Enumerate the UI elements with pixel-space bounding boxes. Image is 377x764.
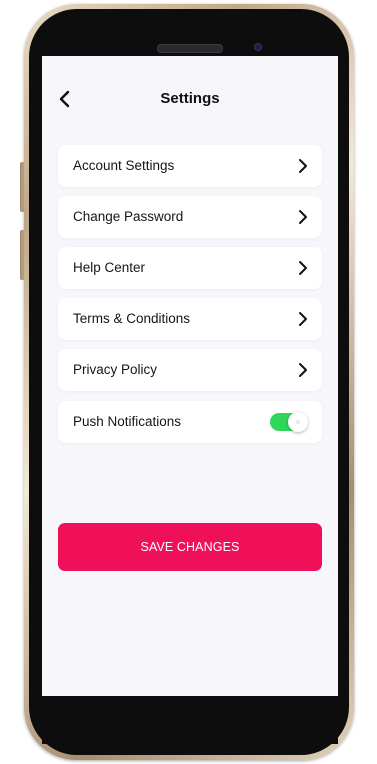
- settings-item-label: Help Center: [73, 260, 146, 275]
- chevron-right-icon: [299, 363, 307, 377]
- settings-item-account-settings[interactable]: Account Settings: [58, 145, 322, 187]
- chevron-right-icon: [299, 261, 307, 275]
- settings-item-label: Account Settings: [73, 158, 175, 173]
- settings-item-label: Push Notifications: [73, 414, 182, 429]
- phone-bottom-bezel: [42, 696, 338, 744]
- save-changes-button[interactable]: SAVE CHANGES: [58, 523, 322, 571]
- phone-mockup: Settings Account Settings Change Passwor…: [0, 0, 377, 764]
- chevron-right-icon: [299, 159, 307, 173]
- settings-screen: Settings Account Settings Change Passwor…: [42, 56, 338, 696]
- chevron-right-icon: [299, 210, 307, 224]
- settings-item-label: Change Password: [73, 209, 184, 224]
- page-title: Settings: [160, 90, 220, 107]
- toggle-knob: [288, 412, 308, 432]
- settings-item-label: Privacy Policy: [73, 362, 158, 377]
- phone-camera: [254, 43, 262, 51]
- push-notifications-toggle[interactable]: [270, 412, 308, 432]
- settings-item-label: Terms & Conditions: [73, 311, 191, 326]
- settings-item-change-password[interactable]: Change Password: [58, 196, 322, 238]
- phone-speaker: [157, 44, 223, 53]
- settings-item-privacy-policy[interactable]: Privacy Policy: [58, 349, 322, 391]
- settings-item-help-center[interactable]: Help Center: [58, 247, 322, 289]
- chevron-right-icon: [299, 312, 307, 326]
- settings-item-terms-conditions[interactable]: Terms & Conditions: [58, 298, 322, 340]
- settings-item-push-notifications: Push Notifications: [58, 401, 322, 443]
